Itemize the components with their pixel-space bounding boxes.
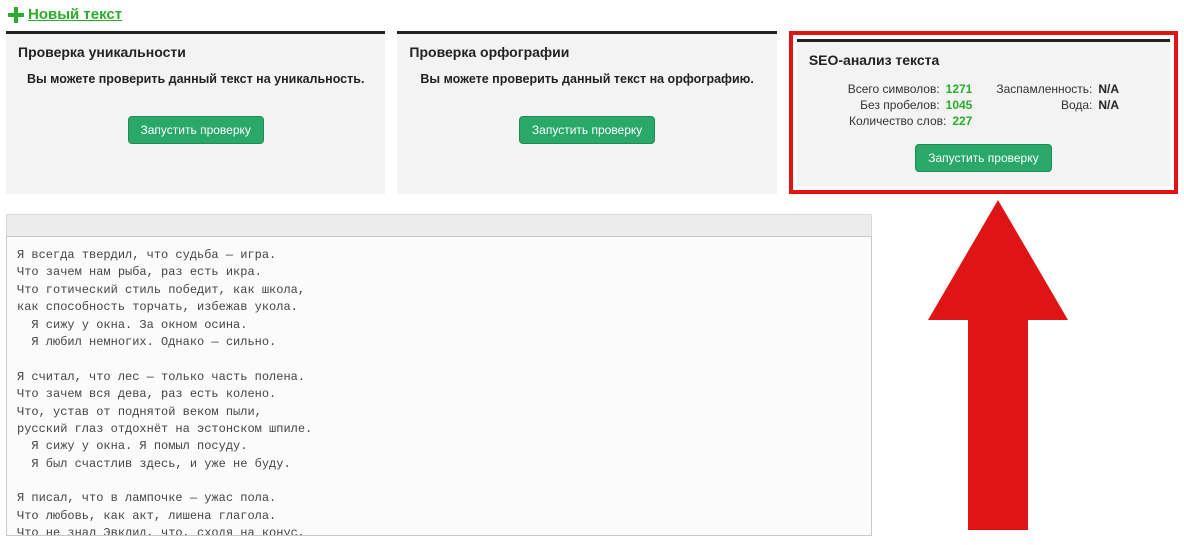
stat-value: 227 <box>952 114 972 128</box>
panel-desc: Вы можете проверить данный текст на орфо… <box>409 72 764 86</box>
run-check-button[interactable]: Запустить проверку <box>128 116 264 144</box>
stat-value: 1271 <box>946 82 973 96</box>
panel-desc: Вы можете проверить данный текст на уник… <box>18 72 373 86</box>
stat-label: Всего символов: <box>848 82 940 96</box>
panel-title: Проверка уникальности <box>18 44 373 60</box>
run-check-button[interactable]: Запустить проверку <box>519 116 655 144</box>
text-editor[interactable] <box>6 236 872 536</box>
stat-row: Без пробелов: 1045 <box>848 98 973 112</box>
seo-highlight-frame: SEO-анализ текста Всего символов: 1271 Б… <box>789 31 1178 194</box>
stat-label: Заспамленность: <box>996 82 1092 96</box>
panel-title: SEO-анализ текста <box>809 52 1158 68</box>
stat-row: Всего символов: 1271 <box>848 82 973 96</box>
plus-icon <box>8 7 24 23</box>
seo-stats-left: Всего символов: 1271 Без пробелов: 1045 … <box>848 80 973 130</box>
panel-spellcheck: Проверка орфографии Вы можете проверить … <box>397 31 776 194</box>
panel-uniqueness: Проверка уникальности Вы можете проверит… <box>6 31 385 194</box>
stat-value: 1045 <box>946 98 973 112</box>
stat-row: Количество слов: 227 <box>848 114 973 128</box>
new-text-label: Новый текст <box>28 6 122 23</box>
panel-seo: SEO-анализ текста Всего символов: 1271 Б… <box>797 39 1170 186</box>
stat-label: Без пробелов: <box>860 98 940 112</box>
editor-toolbar <box>0 214 1184 236</box>
run-check-button[interactable]: Запустить проверку <box>915 144 1051 172</box>
stat-value: N/A <box>1098 82 1119 96</box>
stat-value: N/A <box>1098 98 1119 112</box>
stat-label: Вода: <box>1061 98 1092 112</box>
panel-title: Проверка орфографии <box>409 44 764 60</box>
seo-stats-right: Заспамленность: N/A Вода: N/A <box>996 80 1119 130</box>
panels-row: Проверка уникальности Вы можете проверит… <box>0 31 1184 194</box>
stat-label: Количество слов: <box>849 114 946 128</box>
stat-row: Заспамленность: N/A <box>996 82 1119 96</box>
new-text-link[interactable]: Новый текст <box>0 0 1184 31</box>
stat-row: Вода: N/A <box>996 98 1119 112</box>
editor-toolbar-strip <box>6 214 872 236</box>
seo-stats: Всего символов: 1271 Без пробелов: 1045 … <box>809 80 1158 130</box>
